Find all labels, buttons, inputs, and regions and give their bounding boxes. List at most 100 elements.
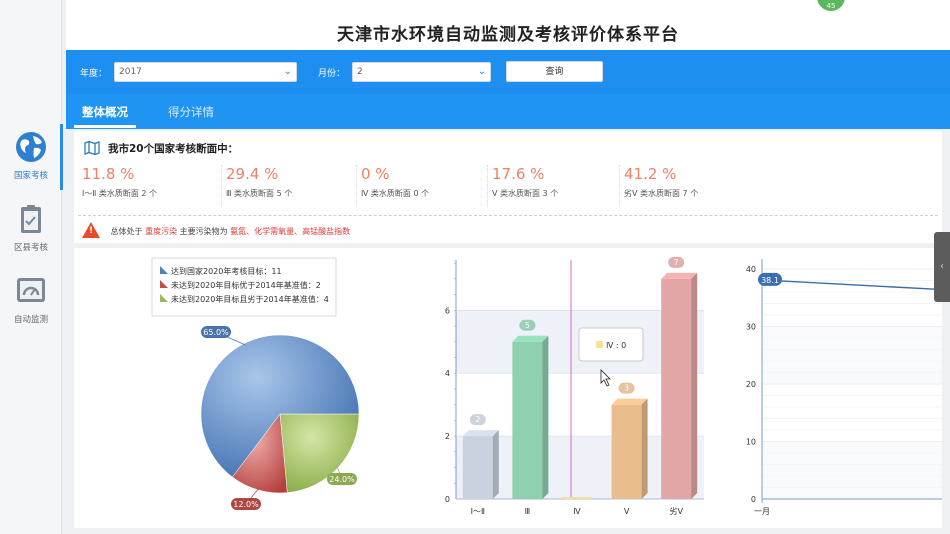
bar-x-tick-label: 劣Ⅴ [669, 506, 683, 516]
warning-icon: ! [82, 222, 100, 238]
monitor-gauge-icon [17, 278, 45, 302]
stat-class-4: 0 % Ⅳ 类水质断面 0 个 [356, 165, 486, 207]
line-plot-band [762, 326, 950, 384]
bar-side-face [542, 335, 549, 499]
tab-overview[interactable]: 整体概况 [82, 104, 128, 120]
month-value: 2 [357, 67, 363, 77]
charts-panel: 达到国家2020年考核目标：11 未达到2020年目标优于2014年基准值：2 未达… [74, 248, 950, 528]
bar-tooltip-text: Ⅳ : 0 [606, 341, 626, 350]
bar-side-face [691, 272, 698, 499]
stat-percent: 29.4 % [226, 165, 279, 183]
stat-percent: 17.6 % [492, 165, 545, 183]
stat-class-3: 29.4 % Ⅲ 类水质断面 5 个 [221, 165, 351, 207]
active-indicator [60, 124, 63, 190]
pie-legend-label: 未达到2020年目标优于2014年基准值：2 [171, 280, 321, 290]
tab-score-details[interactable]: 得分详情 [168, 104, 214, 120]
bar-top-face [512, 335, 549, 342]
year-value: 2017 [119, 67, 142, 77]
line-x-tick-label: 一月 [754, 507, 770, 516]
chevron-down-icon: ⌄ [477, 66, 486, 77]
bar-data-label: 2 [475, 415, 480, 424]
bar-y-tick-label: 6 [445, 306, 450, 315]
line-series [761, 279, 950, 291]
stat-class-1-2: 11.8 % Ⅰ～Ⅱ 类水质断面 2 个 [78, 165, 208, 207]
line-y-tick-label: 10 [746, 438, 756, 447]
line-y-tick-label: 0 [751, 495, 756, 504]
alert-pollutants: 氨氮、化学需氧量、高锰酸盐指数 [230, 227, 351, 236]
sidebar-item-label: 国家考核 [13, 171, 48, 181]
stat-desc: 劣Ⅴ 类水质断面 7 个 [624, 189, 699, 198]
query-button[interactable]: 查询 [506, 61, 603, 82]
tab-bar: 整体概况 得分详情 [66, 94, 950, 129]
stat-class-worse-5: 41.2 % 劣Ⅴ 类水质断面 7 个 [619, 165, 749, 207]
chevron-left-icon: ‹ [940, 261, 944, 272]
stat-class-5: 17.6 % Ⅴ 类水质断面 3 个 [487, 165, 617, 207]
alert-level: 重度污染 [145, 227, 178, 236]
line-data-label: 38.1 [761, 276, 779, 285]
bar-tooltip-swatch [596, 341, 603, 348]
stat-percent: 0 % [361, 165, 390, 183]
map-icon [84, 141, 100, 155]
bar-side-face [641, 398, 648, 499]
bar [661, 278, 692, 499]
sidebar-item-label: 自动监测 [13, 315, 48, 325]
bar-x-tick-label: Ⅳ [573, 507, 581, 516]
pie-legend-label: 达到国家2020年考核目标：11 [171, 266, 282, 276]
pie-data-label: 12.0% [233, 500, 259, 509]
filter-bar: 年度： 2017 ⌄ 月份： 2 ⌄ 查询 [66, 50, 950, 94]
bar [611, 404, 642, 499]
notification-badge[interactable]: 45 [816, 0, 846, 12]
bar-y-tick-label: 4 [445, 369, 450, 378]
month-select[interactable]: 2 ⌄ [352, 62, 491, 82]
collapse-handle[interactable]: ‹ [934, 232, 950, 302]
bar-y-tick-label: 0 [445, 495, 450, 504]
bar-top-face [462, 430, 499, 437]
bar [462, 436, 493, 499]
line-y-tick-label: 20 [746, 380, 756, 389]
chevron-down-icon: ⌄ [283, 66, 292, 77]
bar-side-face [492, 430, 499, 499]
stat-percent: 11.8 % [82, 165, 135, 183]
stat-percent: 41.2 % [624, 165, 677, 183]
stat-desc: Ⅳ 类水质断面 0 个 [361, 189, 430, 198]
pollution-alert: ! 总体处于 重度污染 主要污染物为 氨氮、化学需氧量、高锰酸盐指数 [82, 222, 350, 238]
line-plot-band [762, 441, 950, 499]
sidebar-item-district[interactable]: 区县考核 [0, 202, 62, 253]
charts-svg: 达到国家2020年考核目标：11 未达到2020年目标优于2014年基准值：2 未达… [151, 256, 950, 516]
pie-data-label: 65.0% [203, 328, 229, 337]
globe-icon [16, 132, 46, 162]
bar-x-tick-label: Ⅴ [624, 507, 630, 516]
bar-x-tick-label: Ⅰ～Ⅱ [471, 507, 485, 516]
summary-heading: 我市20个国家考核断面中： [84, 141, 238, 156]
divider [78, 215, 938, 216]
bar [512, 341, 543, 499]
year-select[interactable]: 2017 ⌄ [114, 62, 297, 82]
bar-top-face [611, 398, 648, 405]
main-panel: 天津市水环境自动监测及考核评价体系平台 45 年度： 2017 ⌄ 月份： 2 … [66, 0, 950, 534]
year-label: 年度： [80, 69, 108, 79]
stat-desc: Ⅴ 类水质断面 3 个 [492, 189, 559, 198]
sidebar-item-national[interactable]: 国家考核 [0, 130, 62, 181]
summary-panel: 我市20个国家考核断面中： 11.8 % Ⅰ～Ⅱ 类水质断面 2 个 29.4 … [74, 131, 942, 243]
pie-legend-label: 未达到2020年目标且劣于2014年基准值：4 [171, 294, 329, 304]
bar-data-label: 5 [525, 321, 530, 330]
sidebar: 国家考核 区县考核 自动监测 [0, 0, 62, 534]
stat-desc: Ⅰ～Ⅱ 类水质断面 2 个 [82, 189, 158, 198]
bar-data-label: 3 [624, 384, 629, 393]
sidebar-item-monitor[interactable]: 自动监测 [0, 274, 62, 325]
bar-x-tick-label: Ⅲ [525, 507, 531, 516]
sidebar-item-label: 区县考核 [13, 243, 48, 253]
page-title: 天津市水环境自动监测及考核评价体系平台 [337, 25, 679, 45]
line-y-tick-label: 40 [746, 265, 756, 274]
title-area: 天津市水环境自动监测及考核评价体系平台 45 [66, 0, 950, 50]
bar-top-face [661, 272, 698, 279]
bar-y-tick-label: 2 [445, 432, 450, 441]
alert-mid: 主要污染物为 [179, 227, 228, 236]
line-y-tick-label: 30 [746, 323, 756, 332]
stat-desc: Ⅲ 类水质断面 5 个 [226, 189, 293, 198]
pie-data-label: 24.0% [329, 475, 355, 484]
alert-prefix: 总体处于 [110, 227, 143, 236]
summary-title: 我市20个国家考核断面中： [108, 143, 239, 155]
tab-underline [74, 125, 136, 128]
clipboard-icon [21, 205, 41, 233]
